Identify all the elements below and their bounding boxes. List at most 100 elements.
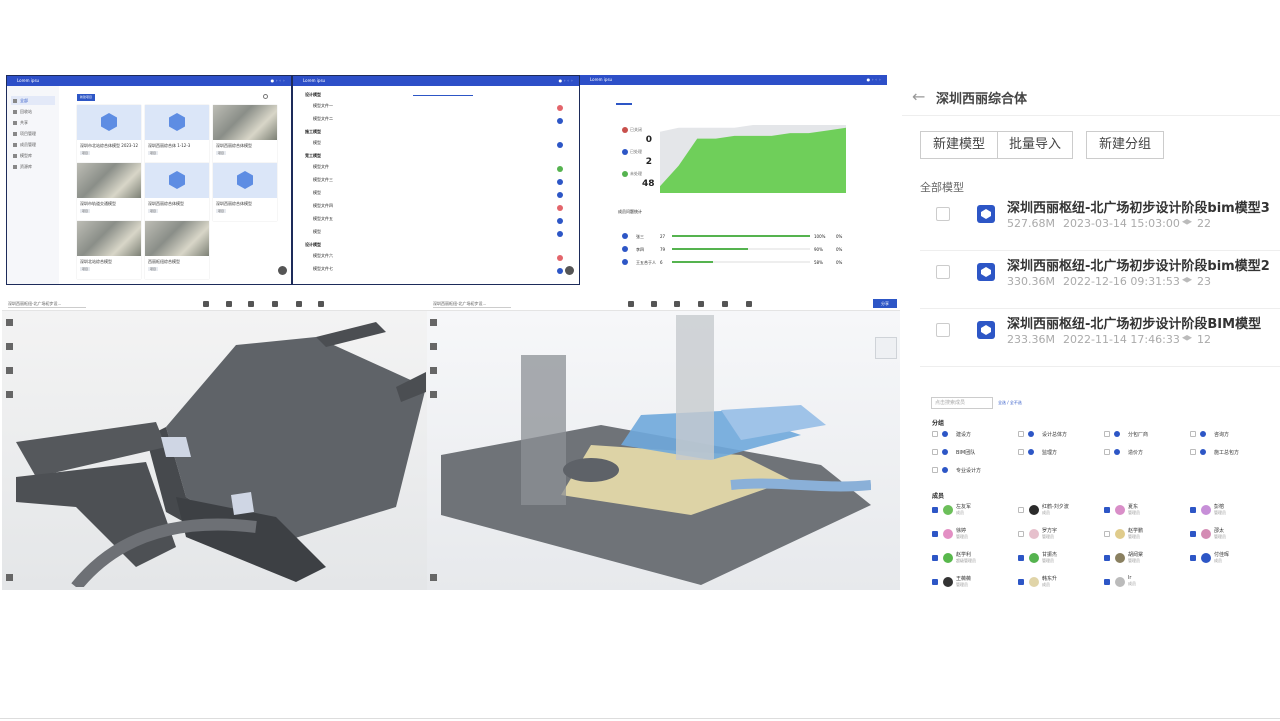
sidebar-item[interactable]: 项目管理: [11, 129, 55, 138]
status-icon[interactable]: [557, 205, 563, 211]
batch-import-button[interactable]: 批量导入: [997, 131, 1073, 159]
select-all-link[interactable]: 全选 / 全不选: [998, 400, 1022, 406]
image-icon[interactable]: [6, 574, 13, 581]
member-checkbox[interactable]: [1104, 555, 1110, 561]
model-selector[interactable]: 深圳西丽枢纽-北广场初步设...: [433, 301, 511, 308]
tab-strip[interactable]: [413, 90, 473, 96]
sidebar-item[interactable]: 回收站: [11, 107, 55, 116]
sidebar-item[interactable]: 成员管理: [11, 140, 55, 149]
group-checkbox[interactable]: [932, 467, 938, 473]
folder-icon[interactable]: [6, 391, 13, 398]
status-icon[interactable]: [557, 142, 563, 148]
model-row[interactable]: 模型文件七: [313, 266, 571, 278]
header-tools[interactable]: ● ◦ ◦ ◦: [867, 75, 881, 85]
measure-icon[interactable]: [248, 301, 254, 307]
explode-icon[interactable]: [318, 301, 324, 307]
explode-icon[interactable]: [746, 301, 752, 307]
section-icon[interactable]: [698, 301, 704, 307]
member-checkbox[interactable]: [1018, 531, 1024, 537]
tree-icon[interactable]: [430, 343, 437, 350]
home-icon[interactable]: [203, 301, 209, 307]
walk-icon[interactable]: [651, 301, 657, 307]
member-checkbox[interactable]: [1104, 531, 1110, 537]
group-checkbox[interactable]: [1190, 449, 1196, 455]
properties-icon[interactable]: [430, 367, 437, 374]
group-header[interactable]: 设计模型: [305, 92, 321, 98]
group-checkbox[interactable]: [1018, 449, 1024, 455]
status-icon[interactable]: [557, 231, 563, 237]
status-icon[interactable]: [557, 179, 563, 185]
home-icon[interactable]: [628, 301, 634, 307]
group-header[interactable]: 施工模型: [305, 129, 321, 135]
measure-icon[interactable]: [674, 301, 680, 307]
bim-model-render[interactable]: [441, 315, 871, 587]
group-checkbox[interactable]: [1190, 431, 1196, 437]
header-tools[interactable]: ● ◦ ◦ ◦: [559, 76, 573, 86]
member-checkbox[interactable]: [1018, 555, 1024, 561]
header-tools[interactable]: ● ◦ ◦ ◦: [271, 76, 285, 86]
help-icon[interactable]: [278, 266, 287, 275]
member-checkbox[interactable]: [1018, 507, 1024, 513]
sidebar-item[interactable]: 模型库: [11, 151, 55, 160]
model-row[interactable]: 模型文件: [313, 164, 571, 176]
model-row[interactable]: 深圳西丽枢纽-北广场初步设计阶段bim模型2 330.36M 2022-12-16 …: [920, 251, 1280, 309]
group-checkbox[interactable]: [1018, 431, 1024, 437]
member-checkbox[interactable]: [1104, 579, 1110, 585]
group-checkbox[interactable]: [1104, 449, 1110, 455]
sidebar-item[interactable]: 共享: [11, 118, 55, 127]
row-checkbox[interactable]: [936, 265, 950, 279]
row-checkbox[interactable]: [936, 207, 950, 221]
new-project-button[interactable]: 新建项目: [77, 94, 95, 101]
model-row[interactable]: 深圳西丽枢纽-北广场初步设计阶段BIM模型 233.36M 2022-11-14 1…: [920, 309, 1280, 367]
member-checkbox[interactable]: [932, 531, 938, 537]
project-card[interactable]: 深圳北站综合模型 项目: [77, 221, 141, 279]
member-checkbox[interactable]: [1190, 531, 1196, 537]
image-icon[interactable]: [430, 574, 437, 581]
model-row[interactable]: 深圳西丽枢纽-北广场初步设计阶段bim模型3 527.68M 2023-03-14 …: [920, 193, 1280, 251]
model-row[interactable]: 模型文件一: [313, 103, 571, 115]
group-checkbox[interactable]: [932, 431, 938, 437]
row-checkbox[interactable]: [936, 323, 950, 337]
project-card[interactable]: 深圳市北站综合体模型 2023-12 项目: [77, 105, 141, 163]
section-icon[interactable]: [272, 301, 278, 307]
group-checkbox[interactable]: [1104, 431, 1110, 437]
status-icon[interactable]: [557, 268, 563, 274]
project-card[interactable]: 深圳西丽综合体模型 项目: [213, 105, 277, 163]
clip-icon[interactable]: [296, 301, 302, 307]
status-icon[interactable]: [557, 105, 563, 111]
status-icon[interactable]: [557, 255, 563, 261]
model-row[interactable]: 模型: [313, 190, 571, 202]
layers-icon[interactable]: [6, 319, 13, 326]
layers-icon[interactable]: [430, 319, 437, 326]
member-checkbox[interactable]: [1018, 579, 1024, 585]
member-checkbox[interactable]: [1190, 507, 1196, 513]
member-search-input[interactable]: 点击搜索成员: [931, 397, 993, 409]
help-icon[interactable]: [565, 266, 574, 275]
tab-strip[interactable]: [616, 103, 632, 105]
clip-icon[interactable]: [722, 301, 728, 307]
group-header[interactable]: 竞工模型: [305, 153, 321, 159]
model-row[interactable]: 模型: [313, 140, 571, 152]
group-header[interactable]: 设计模型: [305, 242, 321, 248]
project-card[interactable]: 深圳西丽综合体 1-12-3 项目: [145, 105, 209, 163]
walk-icon[interactable]: [226, 301, 232, 307]
project-card[interactable]: 西丽枢纽综合模型 项目: [145, 221, 209, 279]
new-model-button[interactable]: 新建模型: [920, 131, 998, 159]
sidebar-item[interactable]: 全部: [11, 96, 55, 105]
member-checkbox[interactable]: [932, 579, 938, 585]
back-icon[interactable]: ←: [912, 87, 925, 106]
viewer-left[interactable]: 深圳西丽枢纽-北广场初步设...: [2, 297, 427, 590]
model-row[interactable]: 模型: [313, 229, 571, 241]
member-checkbox[interactable]: [932, 507, 938, 513]
share-button[interactable]: 分享: [873, 299, 897, 308]
status-icon[interactable]: [557, 166, 563, 172]
status-icon[interactable]: [557, 218, 563, 224]
model-row[interactable]: 模型文件五: [313, 216, 571, 228]
search-icon[interactable]: [263, 94, 268, 99]
new-group-button[interactable]: 新建分组: [1086, 131, 1164, 159]
member-checkbox[interactable]: [932, 555, 938, 561]
project-card[interactable]: 深圳市轨道交通模型 项目: [77, 163, 141, 221]
status-icon[interactable]: [557, 192, 563, 198]
model-row[interactable]: 模型文件二: [313, 116, 571, 128]
tree-icon[interactable]: [6, 343, 13, 350]
